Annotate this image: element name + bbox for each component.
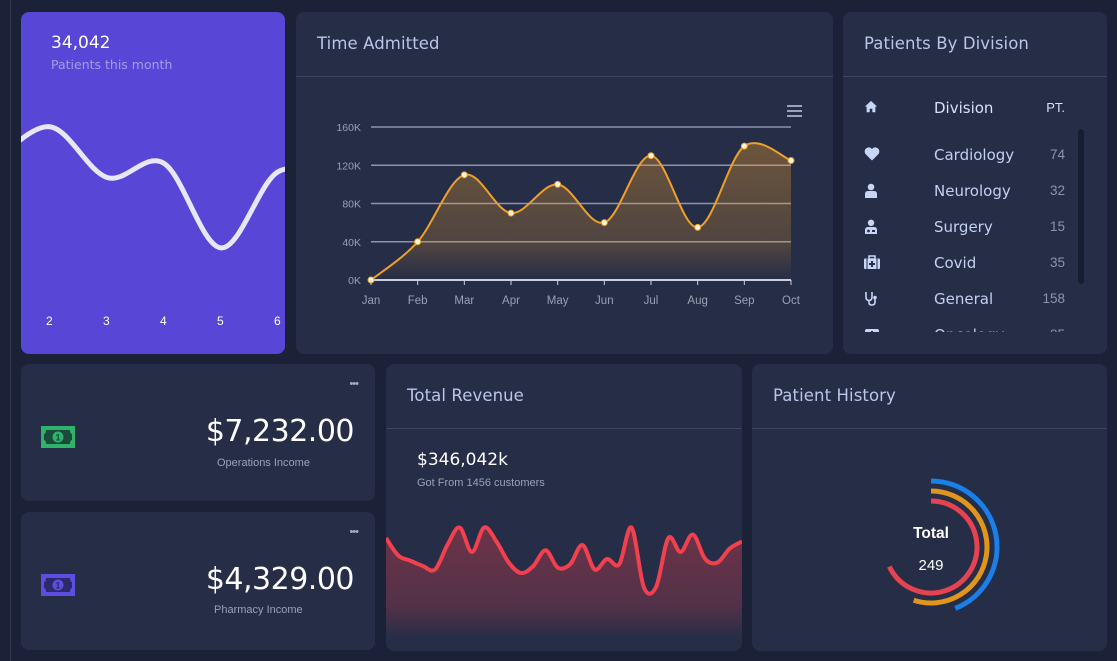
revenue-value: $346,042k: [417, 450, 508, 470]
operations-income-amount: $7,232.00: [205, 414, 355, 449]
card-divider: [843, 76, 1107, 77]
division-row-neurology[interactable]: Neurology 32: [843, 180, 1078, 204]
division-count: 85: [1050, 327, 1065, 332]
data-point[interactable]: [740, 142, 748, 150]
x-tick-label: 4: [160, 314, 167, 328]
division-scrollbar[interactable]: [1078, 129, 1084, 284]
division-name: General: [934, 290, 994, 308]
x-tick-label: Jul: [644, 295, 659, 307]
time-admitted-chart: 0K 40K 80K 120K 160K Jan Feb Mar Apr May Jun Jul Aug…: [336, 122, 801, 307]
x-tick-label: Aug: [687, 295, 707, 307]
division-list: Cardiology 74 Neurology 32 Surgery 15 Covid 35 G…: [843, 92, 1078, 332]
time-admitted-card: Time Admitted 0K 40K 80K 120K 160K Jan Feb Mar A…: [296, 12, 833, 354]
x-tick-label: Feb: [408, 295, 428, 307]
x-tick-label: Mar: [454, 295, 474, 307]
x-tick-label: Apr: [502, 295, 520, 307]
x-tick-label: Jun: [595, 295, 614, 307]
patients-by-division-card: Patients By Division Division PT. Cardio…: [843, 12, 1107, 354]
division-name: Covid: [934, 254, 977, 272]
division-count: 32: [1049, 183, 1065, 198]
division-count: 74: [1049, 147, 1065, 162]
revenue-title: Total Revenue: [407, 386, 524, 405]
division-count: 15: [1049, 219, 1065, 234]
division-name: Surgery: [934, 218, 993, 236]
operations-income-card: ••• 1 $7,232.00 Operations Income: [21, 364, 375, 501]
division-title: Patients By Division: [864, 34, 1029, 53]
hamburger-menu-icon[interactable]: [787, 105, 802, 117]
operations-income-label: Operations Income: [217, 457, 310, 469]
medkit-icon: [864, 255, 880, 271]
user-icon: [864, 183, 880, 199]
patients-month-card: 34,042 Patients this month 2 3 4 5 6: [21, 12, 285, 354]
svg-text:1: 1: [55, 581, 60, 591]
division-row-surgery[interactable]: Surgery 15: [843, 216, 1078, 240]
division-count: 35: [1049, 255, 1065, 270]
area-fill: [371, 143, 791, 280]
pharmacy-income-card: ••• 1 $4,329.00 Pharmacy Income: [21, 512, 375, 650]
division-name: Neurology: [934, 182, 1011, 200]
patients-line: [21, 124, 285, 251]
x-tick-label: Oct: [782, 295, 801, 307]
y-tick-label: 80K: [342, 199, 361, 211]
x-tick-label: 6: [274, 314, 281, 328]
data-point[interactable]: [460, 171, 468, 179]
more-options-button[interactable]: •••: [349, 526, 359, 538]
x-tick-label: 2: [46, 314, 53, 328]
total-label: Total: [913, 525, 949, 542]
svg-text:1: 1: [55, 433, 60, 443]
division-row-general[interactable]: General 158: [843, 288, 1078, 312]
patients-label: Patients this month: [51, 57, 173, 72]
data-point[interactable]: [787, 156, 795, 164]
patients-count: 34,042: [51, 33, 111, 53]
card-divider: [386, 428, 742, 429]
doctor-icon: [864, 219, 880, 235]
division-row-cardiology[interactable]: Cardiology 74: [843, 144, 1078, 168]
data-point[interactable]: [414, 238, 422, 246]
division-name: Oncology: [934, 326, 1004, 332]
heart-icon: [864, 147, 880, 163]
revenue-label: Got From 1456 customers: [417, 477, 545, 489]
pharmacy-income-label: Pharmacy Income: [214, 604, 303, 616]
sidebar-edge: [10, 0, 11, 661]
clinic-icon: [864, 327, 880, 332]
y-tick-label: 0K: [348, 275, 361, 287]
money-bill-icon: 1: [41, 426, 75, 448]
data-point[interactable]: [600, 219, 608, 227]
division-name: Cardiology: [934, 146, 1015, 164]
patient-history-radial-chart: [887, 478, 1000, 611]
data-point[interactable]: [647, 152, 655, 160]
division-row-oncology[interactable]: Oncology 85: [843, 324, 1078, 332]
x-tick-label: 3: [103, 314, 110, 328]
revenue-area: [386, 527, 742, 639]
stethoscope-icon: [864, 291, 880, 307]
x-tick-label: 5: [217, 314, 224, 328]
total-revenue-card: Total Revenue $346,042k Got From 1456 cu…: [386, 364, 742, 651]
more-options-button[interactable]: •••: [349, 378, 359, 390]
radial-bar-3[interactable]: [887, 498, 980, 596]
y-tick-label: 120K: [336, 160, 361, 172]
x-tick-label: Jan: [362, 295, 381, 307]
revenue-chart: [386, 525, 742, 639]
x-tick-label: Sep: [734, 295, 754, 307]
y-tick-label: 160K: [336, 122, 361, 134]
data-point[interactable]: [507, 209, 515, 217]
money-bill-icon: 1: [41, 574, 75, 596]
data-point[interactable]: [554, 180, 562, 188]
division-row-covid[interactable]: Covid 35: [843, 252, 1078, 276]
total-value: 249: [918, 557, 944, 574]
y-tick-label: 40K: [342, 237, 361, 249]
division-count: 158: [1042, 291, 1065, 306]
pharmacy-income-amount: $4,329.00: [205, 562, 355, 597]
patient-history-card: Patient History Total 249: [752, 364, 1107, 651]
data-point[interactable]: [694, 223, 702, 231]
x-tick-label: May: [547, 295, 569, 307]
